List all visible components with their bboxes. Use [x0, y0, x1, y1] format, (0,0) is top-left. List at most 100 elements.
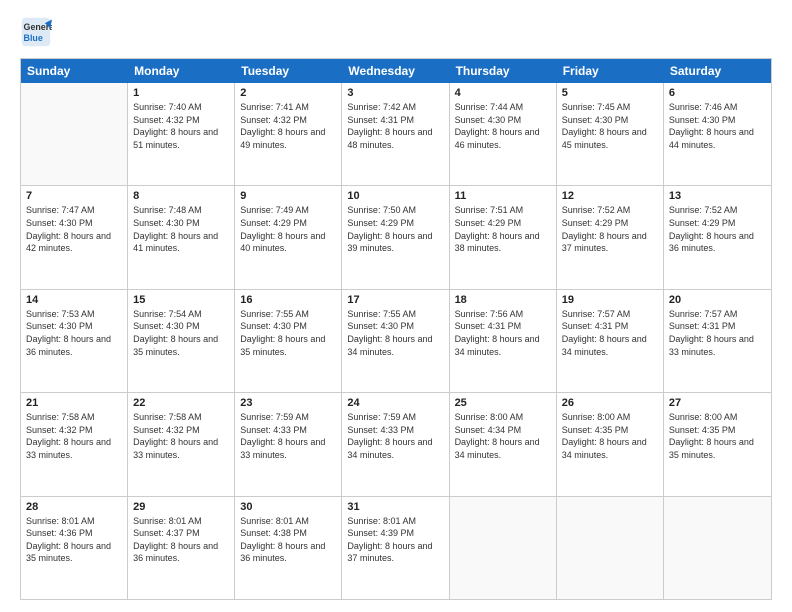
cell-info: Sunrise: 7:41 AM Sunset: 4:32 PM Dayligh…	[240, 101, 336, 151]
cell-info: Sunrise: 7:42 AM Sunset: 4:31 PM Dayligh…	[347, 101, 443, 151]
day-cell-18: 18 Sunrise: 7:56 AM Sunset: 4:31 PM Dayl…	[450, 290, 557, 392]
empty-cell	[450, 497, 557, 599]
day-number: 6	[669, 87, 766, 99]
day-number: 29	[133, 501, 229, 513]
day-number: 19	[562, 294, 658, 306]
cell-info: Sunrise: 7:52 AM Sunset: 4:29 PM Dayligh…	[669, 204, 766, 254]
day-cell-19: 19 Sunrise: 7:57 AM Sunset: 4:31 PM Dayl…	[557, 290, 664, 392]
day-number: 25	[455, 397, 551, 409]
day-number: 5	[562, 87, 658, 99]
day-number: 27	[669, 397, 766, 409]
day-cell-7: 7 Sunrise: 7:47 AM Sunset: 4:30 PM Dayli…	[21, 186, 128, 288]
day-of-week-monday: Monday	[128, 59, 235, 83]
day-cell-10: 10 Sunrise: 7:50 AM Sunset: 4:29 PM Dayl…	[342, 186, 449, 288]
calendar-header: SundayMondayTuesdayWednesdayThursdayFrid…	[21, 59, 771, 83]
day-cell-29: 29 Sunrise: 8:01 AM Sunset: 4:37 PM Dayl…	[128, 497, 235, 599]
day-cell-8: 8 Sunrise: 7:48 AM Sunset: 4:30 PM Dayli…	[128, 186, 235, 288]
day-cell-21: 21 Sunrise: 7:58 AM Sunset: 4:32 PM Dayl…	[21, 393, 128, 495]
day-cell-6: 6 Sunrise: 7:46 AM Sunset: 4:30 PM Dayli…	[664, 83, 771, 185]
cell-info: Sunrise: 7:52 AM Sunset: 4:29 PM Dayligh…	[562, 204, 658, 254]
cell-info: Sunrise: 7:55 AM Sunset: 4:30 PM Dayligh…	[347, 308, 443, 358]
day-number: 8	[133, 190, 229, 202]
day-number: 18	[455, 294, 551, 306]
day-cell-4: 4 Sunrise: 7:44 AM Sunset: 4:30 PM Dayli…	[450, 83, 557, 185]
logo: General Blue	[20, 16, 56, 48]
cell-info: Sunrise: 7:47 AM Sunset: 4:30 PM Dayligh…	[26, 204, 122, 254]
page: General Blue SundayMondayTuesdayWednesda…	[0, 0, 792, 612]
day-number: 23	[240, 397, 336, 409]
cell-info: Sunrise: 8:00 AM Sunset: 4:34 PM Dayligh…	[455, 411, 551, 461]
svg-text:Blue: Blue	[24, 33, 43, 43]
cell-info: Sunrise: 7:53 AM Sunset: 4:30 PM Dayligh…	[26, 308, 122, 358]
day-number: 10	[347, 190, 443, 202]
day-of-week-sunday: Sunday	[21, 59, 128, 83]
day-cell-24: 24 Sunrise: 7:59 AM Sunset: 4:33 PM Dayl…	[342, 393, 449, 495]
day-of-week-saturday: Saturday	[664, 59, 771, 83]
calendar-week-3: 14 Sunrise: 7:53 AM Sunset: 4:30 PM Dayl…	[21, 290, 771, 393]
cell-info: Sunrise: 8:00 AM Sunset: 4:35 PM Dayligh…	[669, 411, 766, 461]
day-number: 22	[133, 397, 229, 409]
day-cell-25: 25 Sunrise: 8:00 AM Sunset: 4:34 PM Dayl…	[450, 393, 557, 495]
day-of-week-thursday: Thursday	[450, 59, 557, 83]
day-cell-2: 2 Sunrise: 7:41 AM Sunset: 4:32 PM Dayli…	[235, 83, 342, 185]
cell-info: Sunrise: 7:40 AM Sunset: 4:32 PM Dayligh…	[133, 101, 229, 151]
day-number: 26	[562, 397, 658, 409]
day-number: 11	[455, 190, 551, 202]
day-number: 1	[133, 87, 229, 99]
day-number: 17	[347, 294, 443, 306]
day-number: 14	[26, 294, 122, 306]
cell-info: Sunrise: 7:46 AM Sunset: 4:30 PM Dayligh…	[669, 101, 766, 151]
calendar-body: 1 Sunrise: 7:40 AM Sunset: 4:32 PM Dayli…	[21, 83, 771, 599]
cell-info: Sunrise: 7:48 AM Sunset: 4:30 PM Dayligh…	[133, 204, 229, 254]
day-number: 16	[240, 294, 336, 306]
day-cell-20: 20 Sunrise: 7:57 AM Sunset: 4:31 PM Dayl…	[664, 290, 771, 392]
day-number: 13	[669, 190, 766, 202]
cell-info: Sunrise: 8:01 AM Sunset: 4:36 PM Dayligh…	[26, 515, 122, 565]
cell-info: Sunrise: 7:51 AM Sunset: 4:29 PM Dayligh…	[455, 204, 551, 254]
header: General Blue	[20, 16, 772, 48]
day-cell-12: 12 Sunrise: 7:52 AM Sunset: 4:29 PM Dayl…	[557, 186, 664, 288]
day-cell-1: 1 Sunrise: 7:40 AM Sunset: 4:32 PM Dayli…	[128, 83, 235, 185]
day-cell-3: 3 Sunrise: 7:42 AM Sunset: 4:31 PM Dayli…	[342, 83, 449, 185]
cell-info: Sunrise: 7:54 AM Sunset: 4:30 PM Dayligh…	[133, 308, 229, 358]
day-cell-11: 11 Sunrise: 7:51 AM Sunset: 4:29 PM Dayl…	[450, 186, 557, 288]
day-number: 24	[347, 397, 443, 409]
cell-info: Sunrise: 7:57 AM Sunset: 4:31 PM Dayligh…	[562, 308, 658, 358]
logo-icon: General Blue	[20, 16, 52, 48]
day-number: 30	[240, 501, 336, 513]
day-cell-23: 23 Sunrise: 7:59 AM Sunset: 4:33 PM Dayl…	[235, 393, 342, 495]
cell-info: Sunrise: 7:58 AM Sunset: 4:32 PM Dayligh…	[26, 411, 122, 461]
cell-info: Sunrise: 7:44 AM Sunset: 4:30 PM Dayligh…	[455, 101, 551, 151]
cell-info: Sunrise: 7:59 AM Sunset: 4:33 PM Dayligh…	[240, 411, 336, 461]
calendar-week-1: 1 Sunrise: 7:40 AM Sunset: 4:32 PM Dayli…	[21, 83, 771, 186]
cell-info: Sunrise: 7:49 AM Sunset: 4:29 PM Dayligh…	[240, 204, 336, 254]
cell-info: Sunrise: 7:57 AM Sunset: 4:31 PM Dayligh…	[669, 308, 766, 358]
day-cell-13: 13 Sunrise: 7:52 AM Sunset: 4:29 PM Dayl…	[664, 186, 771, 288]
day-number: 9	[240, 190, 336, 202]
day-number: 12	[562, 190, 658, 202]
day-of-week-friday: Friday	[557, 59, 664, 83]
cell-info: Sunrise: 7:50 AM Sunset: 4:29 PM Dayligh…	[347, 204, 443, 254]
cell-info: Sunrise: 7:58 AM Sunset: 4:32 PM Dayligh…	[133, 411, 229, 461]
day-cell-15: 15 Sunrise: 7:54 AM Sunset: 4:30 PM Dayl…	[128, 290, 235, 392]
day-cell-26: 26 Sunrise: 8:00 AM Sunset: 4:35 PM Dayl…	[557, 393, 664, 495]
day-number: 2	[240, 87, 336, 99]
cell-info: Sunrise: 8:01 AM Sunset: 4:38 PM Dayligh…	[240, 515, 336, 565]
day-number: 4	[455, 87, 551, 99]
cell-info: Sunrise: 7:45 AM Sunset: 4:30 PM Dayligh…	[562, 101, 658, 151]
day-number: 28	[26, 501, 122, 513]
day-number: 21	[26, 397, 122, 409]
day-cell-28: 28 Sunrise: 8:01 AM Sunset: 4:36 PM Dayl…	[21, 497, 128, 599]
calendar-week-5: 28 Sunrise: 8:01 AM Sunset: 4:36 PM Dayl…	[21, 497, 771, 599]
cell-info: Sunrise: 8:01 AM Sunset: 4:37 PM Dayligh…	[133, 515, 229, 565]
calendar-week-2: 7 Sunrise: 7:47 AM Sunset: 4:30 PM Dayli…	[21, 186, 771, 289]
day-cell-14: 14 Sunrise: 7:53 AM Sunset: 4:30 PM Dayl…	[21, 290, 128, 392]
cell-info: Sunrise: 7:56 AM Sunset: 4:31 PM Dayligh…	[455, 308, 551, 358]
day-cell-5: 5 Sunrise: 7:45 AM Sunset: 4:30 PM Dayli…	[557, 83, 664, 185]
cell-info: Sunrise: 8:01 AM Sunset: 4:39 PM Dayligh…	[347, 515, 443, 565]
day-cell-17: 17 Sunrise: 7:55 AM Sunset: 4:30 PM Dayl…	[342, 290, 449, 392]
day-of-week-wednesday: Wednesday	[342, 59, 449, 83]
day-cell-16: 16 Sunrise: 7:55 AM Sunset: 4:30 PM Dayl…	[235, 290, 342, 392]
cell-info: Sunrise: 8:00 AM Sunset: 4:35 PM Dayligh…	[562, 411, 658, 461]
calendar: SundayMondayTuesdayWednesdayThursdayFrid…	[20, 58, 772, 600]
